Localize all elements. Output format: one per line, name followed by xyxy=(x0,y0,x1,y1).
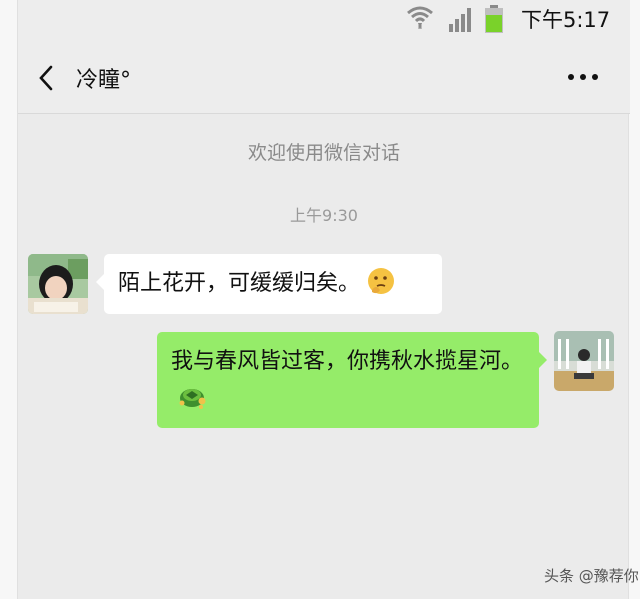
battery-icon xyxy=(485,5,503,33)
status-time: 下午5:17 xyxy=(521,8,611,32)
message-timestamp: 上午9:30 xyxy=(290,206,358,225)
user-avatar[interactable] xyxy=(554,331,614,391)
turtle-emoji xyxy=(179,389,206,409)
signal-icon xyxy=(449,8,471,32)
chat-header: 冷瞳° xyxy=(18,40,630,114)
wifi-icon xyxy=(407,6,433,29)
chat-screen: 下午5:17 冷瞳° 欢迎使用微信对话 上午9:30 陌上花开，可缓缓归矣。 我… xyxy=(17,0,639,599)
message-text: 我与春风皆过客，你携秋水揽星河。 xyxy=(171,349,524,374)
system-message: 欢迎使用微信对话 xyxy=(247,142,400,164)
watermark: 头条 @豫荐你 xyxy=(544,567,639,585)
status-bar: 下午5:17 xyxy=(18,0,630,40)
more-dots-icon[interactable] xyxy=(563,66,603,88)
message-bubble-outgoing[interactable]: 我与春风皆过客，你携秋水揽星河。 xyxy=(157,332,547,428)
message-text: 陌上花开，可缓缓归矣。 xyxy=(118,271,361,296)
chevron-left-icon[interactable] xyxy=(36,64,56,92)
contact-name: 冷瞳° xyxy=(76,68,132,93)
thinking-face-emoji xyxy=(368,268,395,294)
contact-avatar[interactable] xyxy=(28,254,88,314)
message-bubble-incoming[interactable]: 陌上花开，可缓缓归矣。 xyxy=(96,254,442,314)
